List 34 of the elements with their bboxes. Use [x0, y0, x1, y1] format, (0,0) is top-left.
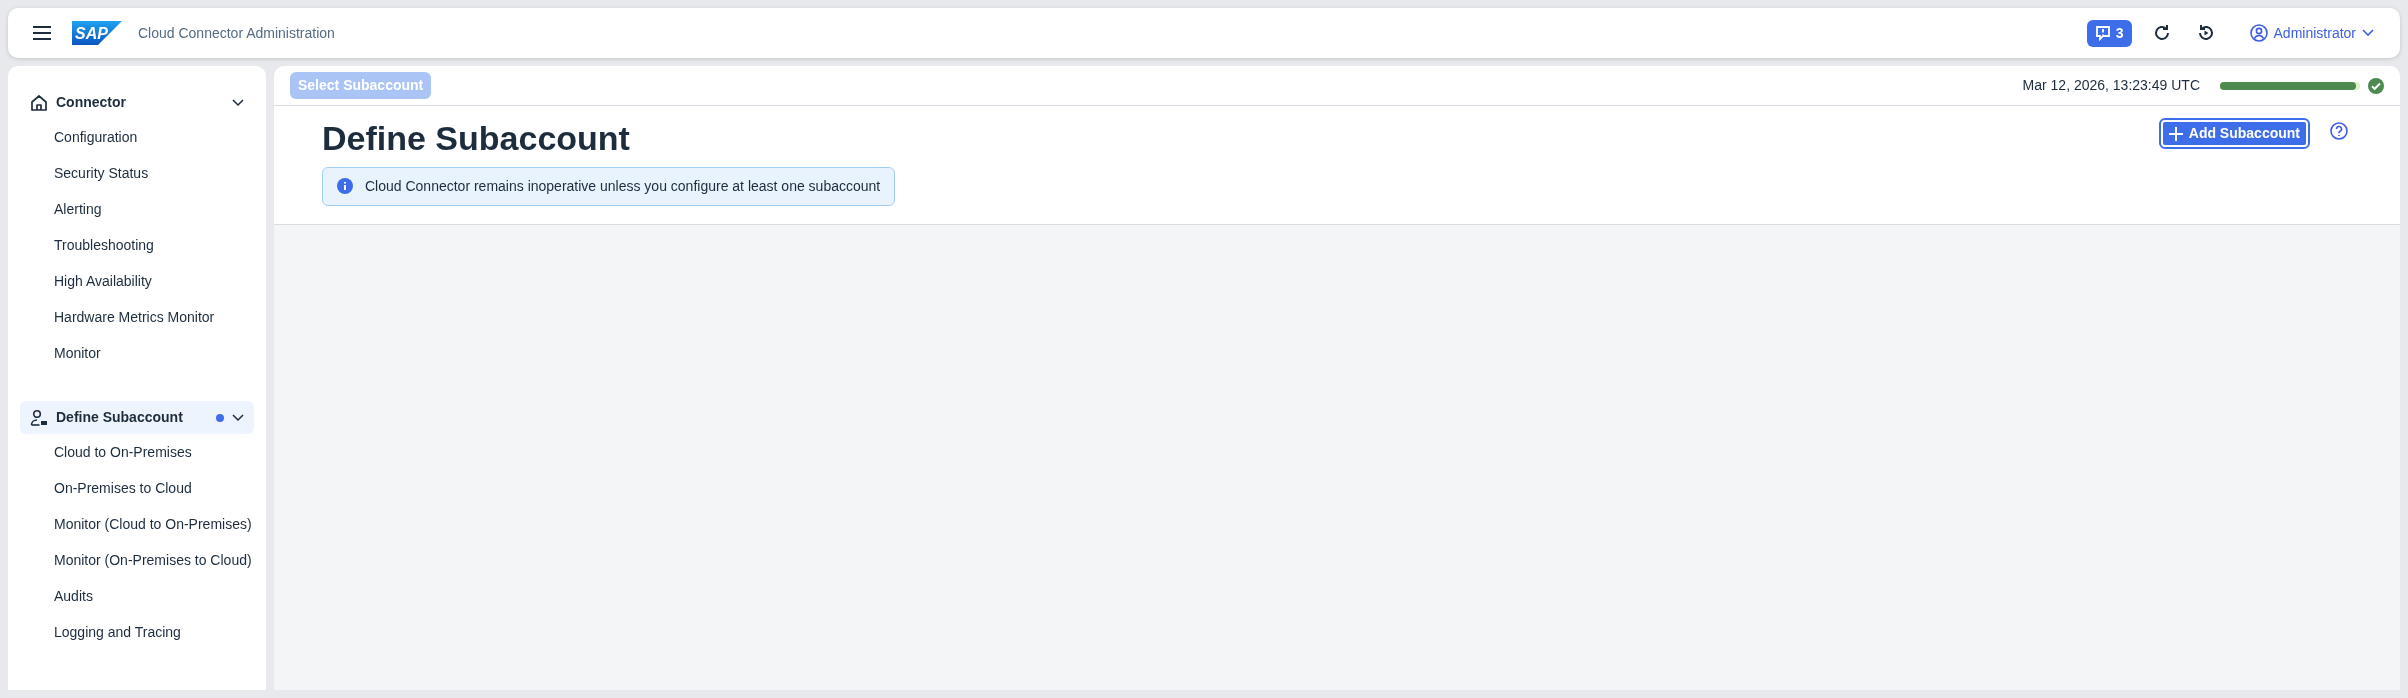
logo: SAP [72, 21, 122, 45]
check-icon [2368, 77, 2384, 94]
selected-dot [216, 413, 224, 422]
message-icon [2094, 25, 2111, 41]
nav-item[interactable]: Alerting [20, 191, 102, 227]
nav-item[interactable]: Security Status [20, 155, 149, 191]
chevron-icon [232, 413, 244, 422]
nav-item[interactable]: Cloud to On-Premises [20, 434, 192, 470]
home-icon [30, 93, 48, 112]
user-icon [30, 408, 48, 427]
user-icon [2249, 24, 2268, 42]
nav-item[interactable]: Monitor (Cloud to On-Premises) [20, 506, 252, 542]
nav-item[interactable]: Troubleshooting [20, 227, 154, 263]
chevron-icon [2362, 29, 2374, 37]
add-subaccount-button[interactable]: Add Subaccount [2158, 118, 2310, 149]
nav-item[interactable]: On-Premises to Cloud [20, 470, 192, 506]
app-title: Cloud Connector Administration [138, 23, 335, 43]
nav-item[interactable]: Configuration [20, 119, 138, 155]
plus-icon [2168, 126, 2183, 141]
nav-group[interactable]: Connector [20, 86, 254, 119]
info-text: Cloud Connector remains inoperative unless you configure at least one subaccount [365, 176, 881, 196]
timestamp: Mar 12, 2026, 13:23:49 UTC [2022, 76, 2200, 95]
nav-item[interactable]: Monitor [20, 335, 101, 371]
nav-group[interactable]: Define Subaccount [20, 401, 254, 434]
nav-item[interactable]: Monitor (On-Premises to Cloud) [20, 542, 252, 578]
nav-item[interactable]: Logging and Tracing [20, 614, 181, 650]
nav-item[interactable]: Audits [20, 578, 93, 614]
nav-item[interactable]: Hardware Metrics Monitor [20, 299, 215, 335]
nav-item[interactable]: High Availability [20, 263, 152, 299]
notifications-button[interactable]: 3 [2086, 19, 2132, 47]
info-icon [337, 178, 353, 195]
chevron-icon [232, 98, 244, 107]
page-title: Define Subaccount [322, 118, 631, 159]
user-menu[interactable]: Administrator [2243, 21, 2380, 45]
